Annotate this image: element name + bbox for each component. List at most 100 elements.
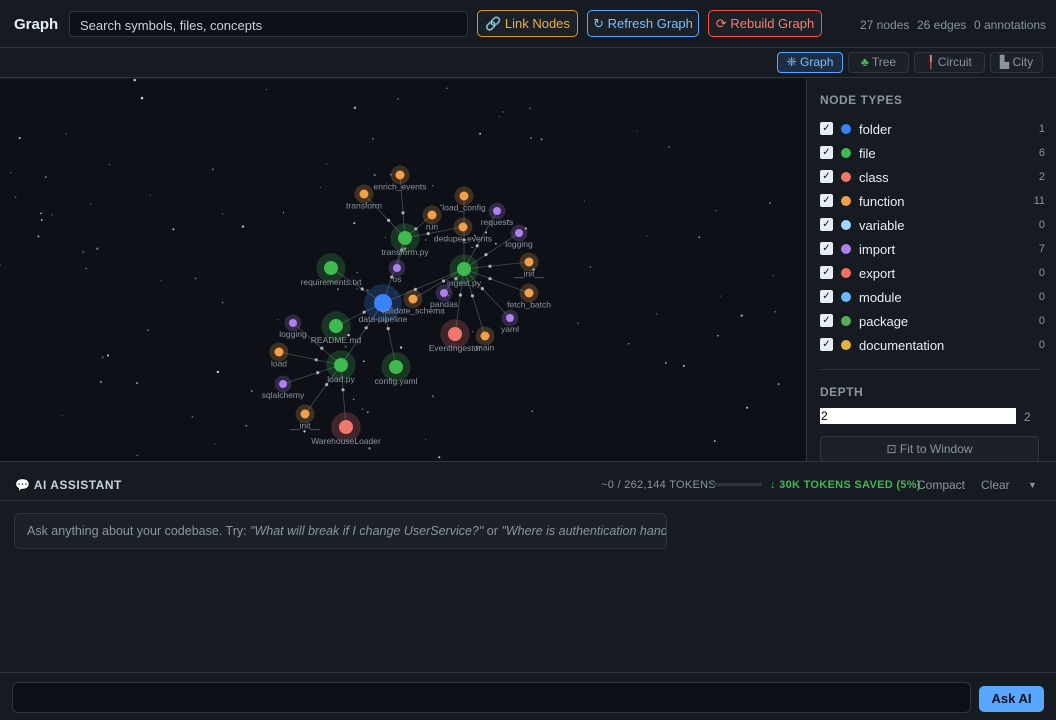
graph-node-function[interactable]: main — [475, 326, 495, 353]
node-type-variable[interactable]: ✓ variable 0 — [820, 216, 1045, 236]
graph-node-file[interactable]: README.md — [311, 311, 362, 345]
star — [96, 247, 99, 250]
tab-city[interactable]: ▙ City — [990, 52, 1043, 73]
node-circle[interactable] — [324, 261, 338, 275]
star — [61, 415, 63, 417]
node-type-package[interactable]: ✓ package 0 — [820, 312, 1045, 332]
graph-node-class[interactable]: WarehouseLoader — [311, 412, 381, 446]
node-circle[interactable] — [274, 347, 284, 357]
refresh-graph-button[interactable]: ↻ Refresh Graph — [587, 10, 699, 37]
checkbox[interactable]: ✓ — [820, 338, 833, 351]
node-type-count: 1 — [1038, 123, 1045, 135]
graph-node-import[interactable]: logging — [505, 224, 533, 249]
graph-node-import[interactable]: pandas — [430, 284, 458, 309]
node-circle[interactable] — [524, 288, 534, 298]
node-circle[interactable] — [524, 257, 534, 267]
node-circle[interactable] — [480, 331, 490, 341]
node-circle[interactable] — [408, 294, 418, 304]
link-nodes-button[interactable]: 🔗 Link Nodes — [477, 10, 578, 37]
graph-node-function[interactable]: __init__ — [289, 404, 320, 431]
graph-node-function[interactable]: enrich_events — [374, 165, 427, 192]
node-circle[interactable] — [359, 189, 369, 199]
graph-node-file[interactable]: ingest.py — [447, 254, 482, 288]
star — [277, 319, 279, 321]
node-circle[interactable] — [389, 360, 403, 374]
chevron-down-icon[interactable]: ▼ — [1028, 480, 1037, 490]
star — [664, 361, 667, 364]
graph-node-import[interactable]: logging — [279, 314, 307, 339]
checkbox[interactable]: ✓ — [820, 170, 833, 183]
node-circle[interactable] — [458, 222, 468, 232]
star — [241, 225, 245, 228]
node-type-import[interactable]: ✓ import 7 — [820, 240, 1045, 260]
star — [425, 438, 427, 440]
rebuild-graph-button[interactable]: ⟳ Rebuild Graph — [708, 10, 822, 37]
node-circle[interactable] — [440, 289, 448, 297]
node-circle[interactable] — [427, 210, 437, 220]
node-circle[interactable] — [457, 262, 471, 276]
graph-svg[interactable]: data-pipeline transform.py ingest.py requir… — [0, 79, 806, 461]
search-input[interactable]: Search symbols, files, concepts — [69, 11, 468, 37]
checkbox[interactable]: ✓ — [820, 290, 833, 303]
checkbox[interactable]: ✓ — [820, 266, 833, 279]
node-label: requirements.txt — [301, 277, 363, 287]
node-type-function[interactable]: ✓ function 11 — [820, 192, 1045, 212]
graph-node-function[interactable]: run — [422, 205, 442, 232]
node-circle[interactable] — [334, 358, 348, 372]
node-circle[interactable] — [393, 264, 401, 272]
node-circle[interactable] — [459, 191, 469, 201]
node-type-file[interactable]: ✓ file 6 — [820, 144, 1045, 164]
token-progress-bar — [713, 483, 762, 486]
graph-nodes[interactable]: data-pipeline transform.py ingest.py requir… — [262, 165, 552, 446]
graph-node-function[interactable]: load_config — [442, 186, 486, 213]
graph-node-function[interactable]: load — [269, 342, 289, 369]
depth-input[interactable]: 2 — [820, 408, 1016, 424]
node-circle[interactable] — [329, 319, 343, 333]
checkbox[interactable]: ✓ — [820, 314, 833, 327]
checkbox[interactable]: ✓ — [820, 218, 833, 231]
node-circle[interactable] — [339, 420, 353, 434]
graph-node-file[interactable]: config.yaml — [375, 352, 418, 386]
checkbox[interactable]: ✓ — [820, 146, 833, 159]
node-type-folder[interactable]: ✓ folder 1 — [820, 120, 1045, 140]
node-circle[interactable] — [398, 231, 412, 245]
node-circle[interactable] — [300, 409, 310, 419]
node-circle[interactable] — [289, 319, 297, 327]
node-type-class[interactable]: ✓ class 2 — [820, 168, 1045, 188]
star — [431, 395, 435, 398]
node-type-label: documentation — [859, 338, 945, 353]
ask-ai-button[interactable]: Ask AI — [979, 686, 1044, 712]
node-type-documentation[interactable]: ✓ documentation 0 — [820, 336, 1045, 356]
graph-node-import[interactable]: yaml — [501, 309, 519, 334]
node-circle[interactable] — [506, 314, 514, 322]
graph-node-class[interactable]: EventIngestor — [429, 319, 482, 353]
node-circle[interactable] — [448, 327, 462, 341]
graph-node-file[interactable]: transform.py — [381, 223, 429, 257]
node-circle[interactable] — [493, 207, 501, 215]
graph-canvas[interactable]: data-pipeline transform.py ingest.py requir… — [0, 79, 806, 461]
tab-circuit[interactable]: ╿ Circuit — [914, 52, 985, 73]
tab-tree[interactable]: ♣ Tree — [848, 52, 909, 73]
checkbox[interactable]: ✓ — [820, 122, 833, 135]
node-type-module[interactable]: ✓ module 0 — [820, 288, 1045, 308]
tab-graph[interactable]: ❈ Graph — [777, 52, 843, 73]
graph-node-folder[interactable]: data-pipeline — [359, 284, 408, 324]
graph-node-file[interactable]: load.py — [326, 350, 356, 384]
ask-input[interactable] — [12, 682, 971, 713]
checkbox[interactable]: ✓ — [820, 194, 833, 207]
fit-to-window-button[interactable]: ⊡ Fit to Window — [820, 436, 1039, 461]
graph-node-function[interactable]: __init__ — [513, 252, 544, 279]
link-icon: 🔗 — [485, 16, 502, 31]
compact-button[interactable]: Compact — [917, 478, 965, 492]
clear-button[interactable]: Clear — [981, 478, 1010, 492]
node-type-export[interactable]: ✓ export 0 — [820, 264, 1045, 284]
node-circle[interactable] — [279, 380, 287, 388]
node-circle[interactable] — [395, 170, 405, 180]
checkbox[interactable]: ✓ — [820, 242, 833, 255]
node-label: requests — [481, 217, 514, 227]
graph-node-import[interactable]: os — [388, 259, 406, 284]
node-circle[interactable] — [515, 229, 523, 237]
graph-node-file[interactable]: requirements.txt — [301, 253, 363, 287]
star — [698, 236, 701, 239]
star — [14, 196, 17, 199]
